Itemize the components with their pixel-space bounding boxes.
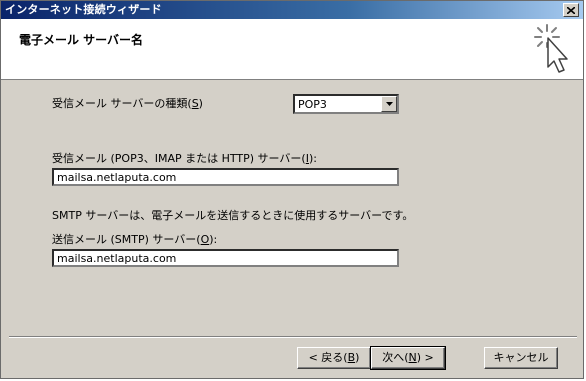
- dropdown-button[interactable]: [381, 96, 397, 112]
- footer-divider: [9, 336, 577, 338]
- next-accesskey: N: [408, 351, 417, 364]
- outgoing-server-input[interactable]: [52, 249, 399, 267]
- incoming-server-label-text: 受信メール (POP3、IMAP または HTTP) サーバー(: [52, 152, 306, 165]
- title-bar[interactable]: インターネット接続ウィザード: [1, 1, 583, 19]
- outgoing-server-accesskey: O: [200, 233, 210, 246]
- window-title: インターネット接続ウィザード: [5, 3, 162, 16]
- chevron-down-icon: [385, 102, 393, 106]
- incoming-type-label-end: ): [198, 97, 203, 110]
- wizard-window: インターネット接続ウィザード 電子メール サーバー名 受信メール サーバーの種類…: [0, 0, 584, 379]
- incoming-server-label-end: ):: [308, 152, 317, 165]
- outgoing-server-label-text: 送信メール (SMTP) サーバー(: [52, 233, 201, 246]
- smtp-description: SMTP サーバーは、電子メールを送信するときに使用するサーバーです。: [52, 209, 414, 222]
- back-accesskey: B: [347, 351, 356, 364]
- page-title: 電子メール サーバー名: [19, 33, 144, 47]
- incoming-type-value: POP3: [298, 98, 327, 111]
- cancel-button[interactable]: キャンセル: [484, 347, 558, 369]
- wizard-sparkle-cursor-icon: [534, 24, 568, 73]
- outgoing-server-label-end: ):: [209, 233, 218, 246]
- next-label: 次へ(: [382, 351, 409, 364]
- incoming-type-accesskey: S: [191, 97, 199, 110]
- incoming-type-label-text: 受信メール サーバーの種類(: [52, 97, 192, 110]
- incoming-type-select[interactable]: POP3: [293, 94, 399, 114]
- next-button[interactable]: 次へ(N) >: [370, 346, 446, 370]
- close-button[interactable]: [563, 3, 579, 17]
- incoming-server-input[interactable]: [52, 168, 399, 186]
- wizard-header: 電子メール サーバー名: [1, 19, 583, 80]
- close-icon: [567, 6, 575, 14]
- next-label-end: ) >: [416, 351, 434, 364]
- back-label-end: ): [355, 351, 360, 364]
- back-label: < 戻る(: [308, 351, 348, 364]
- incoming-server-label: 受信メール (POP3、IMAP または HTTP) サーバー(I):: [52, 152, 317, 165]
- outgoing-server-label: 送信メール (SMTP) サーバー(O):: [52, 233, 217, 246]
- back-button[interactable]: < 戻る(B): [297, 347, 371, 369]
- incoming-type-label: 受信メール サーバーの種類(S): [52, 97, 203, 110]
